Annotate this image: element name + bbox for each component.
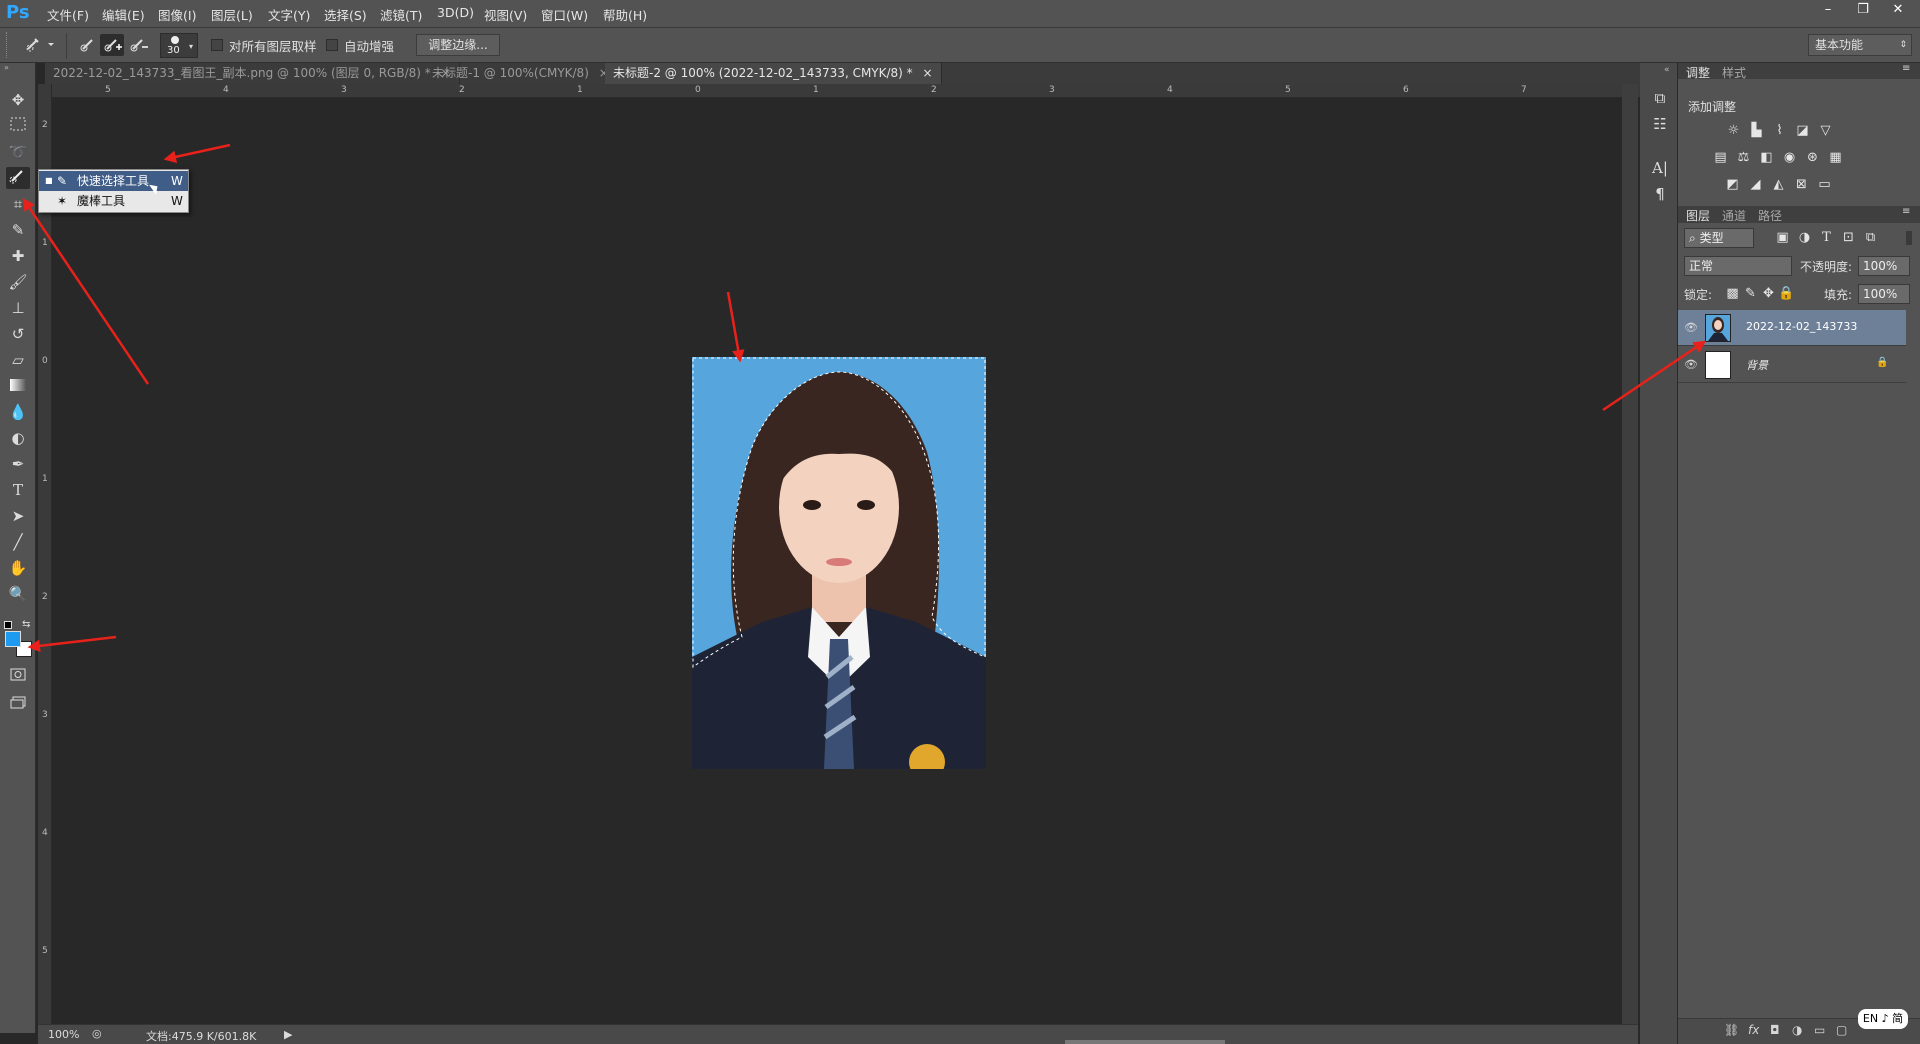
annotation-arrow (22, 197, 150, 385)
horizontal-scrollbar-thumb[interactable] (1065, 1040, 1225, 1044)
annotation-arrow (27, 635, 117, 653)
annotation-arrow (726, 291, 745, 363)
annotation-arrow (1602, 340, 1707, 412)
annotation-arrow (163, 143, 231, 163)
annotation-arrows (22, 143, 1707, 653)
